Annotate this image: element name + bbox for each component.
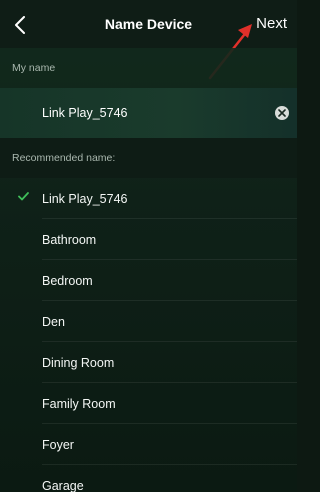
list-item-label: Dining Room <box>42 356 115 370</box>
recommended-name-header-label: Recommended name: <box>12 152 116 164</box>
list-item-link-play[interactable]: Link Play_5746 <box>0 178 297 219</box>
list-item-label: Bathroom <box>42 233 97 247</box>
checkmark-icon <box>18 192 29 201</box>
list-item-label: Foyer <box>42 438 74 452</box>
next-button[interactable]: Next <box>256 15 287 32</box>
list-item-family-room[interactable]: Family Room <box>0 383 297 424</box>
recommended-name-header: Recommended name: <box>0 138 297 178</box>
clear-button[interactable] <box>275 106 289 120</box>
list-item-label: Family Room <box>42 397 116 411</box>
recommended-name-list: Link Play_5746 Bathroom Bedroom Den Dini… <box>0 178 297 492</box>
list-item-label: Garage <box>42 479 84 492</box>
clear-icon <box>278 109 286 117</box>
list-item-label: Den <box>42 315 65 329</box>
my-name-header-label: My name <box>12 62 56 74</box>
device-name-field[interactable]: Link Play_5746 <box>0 88 297 138</box>
list-item-label: Link Play_5746 <box>42 192 128 206</box>
list-item-den[interactable]: Den <box>0 301 297 342</box>
list-item-bedroom[interactable]: Bedroom <box>0 260 297 301</box>
list-item-garage[interactable]: Garage <box>0 465 297 492</box>
name-device-screen: Name Device Next My name Link Play_5746 … <box>0 0 297 492</box>
list-item-bathroom[interactable]: Bathroom <box>0 219 297 260</box>
list-item-label: Bedroom <box>42 274 93 288</box>
device-name-value[interactable]: Link Play_5746 <box>42 106 127 120</box>
my-name-header: My name <box>0 48 297 88</box>
list-item-dining-room[interactable]: Dining Room <box>0 342 297 383</box>
list-item-foyer[interactable]: Foyer <box>0 424 297 465</box>
navigation-bar: Name Device Next <box>0 0 297 80</box>
